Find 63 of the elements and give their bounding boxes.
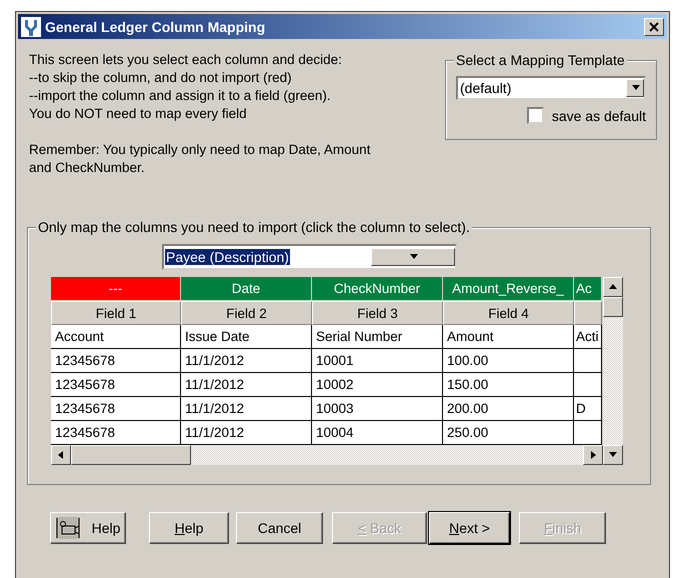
table-cell: 10004 xyxy=(312,421,443,445)
instruction-text: --to skip the column, and do not import (red) xyxy=(29,69,293,87)
dialog-button[interactable]: Cancel xyxy=(236,512,323,544)
header-cell[interactable] xyxy=(574,301,602,325)
table-cell: 150.00 xyxy=(443,373,574,397)
template-dropdown[interactable]: (default) xyxy=(456,76,646,100)
table-cell: 11/1/2012 xyxy=(181,373,312,397)
table-cell: 10002 xyxy=(312,373,443,397)
close-icon xyxy=(649,22,659,32)
mapping-header[interactable]: --- xyxy=(51,277,181,301)
table-cell xyxy=(574,349,602,373)
instruction-text: You do NOT need to map every field xyxy=(29,105,248,123)
vertical-scrollbar[interactable] xyxy=(603,277,623,465)
dialog-button[interactable]: Help xyxy=(149,512,229,544)
mapping-header[interactable]: CheckNumber xyxy=(312,277,443,301)
table-cell: 12345678 xyxy=(51,421,181,445)
field-header[interactable]: Field 3 xyxy=(312,301,443,325)
table-cell xyxy=(574,421,602,445)
table-cell: Account xyxy=(51,325,181,349)
horizontal-scrollbar[interactable] xyxy=(51,445,603,465)
checkbox-label: save as default xyxy=(552,108,646,124)
field-header[interactable]: Field 1 xyxy=(51,301,181,325)
table-cell: 10001 xyxy=(312,349,443,373)
mapping-header[interactable]: Date xyxy=(181,277,312,301)
instruction-text: --import the column and assign it to a field (green). xyxy=(29,87,332,105)
group-legend: Only map the columns you need to import (click the column to select). xyxy=(36,219,472,235)
scroll-thumb[interactable] xyxy=(71,445,191,465)
app-icon xyxy=(21,16,41,36)
reminder-text: and CheckNumber. xyxy=(29,159,146,177)
field-header[interactable]: Field 4 xyxy=(443,301,574,325)
reminder-text: Remember: You typically only need to map Date, Amount xyxy=(29,141,372,159)
table-cell: Acti xyxy=(574,325,602,349)
table-cell: D xyxy=(574,397,602,421)
field-header[interactable]: Field 2 xyxy=(181,301,312,325)
table-cell: 11/1/2012 xyxy=(181,349,312,373)
table-cell xyxy=(574,373,602,397)
table-cell: 100.00 xyxy=(443,349,574,373)
window-title: General Ledger Column Mapping xyxy=(45,18,266,34)
mapping-header[interactable]: Amount_Reverse_ xyxy=(443,277,574,301)
close-button[interactable] xyxy=(644,18,664,36)
mapping-header[interactable]: Ac xyxy=(574,277,602,301)
table-cell: 250.00 xyxy=(443,421,574,445)
table-cell: Issue Date xyxy=(181,325,312,349)
help-button[interactable]: Help xyxy=(50,512,126,544)
table-cell: Amount xyxy=(443,325,574,349)
field-dropdown[interactable]: Payee (Description) xyxy=(162,244,457,270)
table-cell: Serial Number xyxy=(312,325,443,349)
checkbox[interactable] xyxy=(526,107,544,124)
scroll-left-icon[interactable] xyxy=(51,445,71,465)
table-cell: 12345678 xyxy=(51,349,181,373)
dialog-button[interactable]: Next > xyxy=(429,512,510,544)
scroll-right-icon[interactable] xyxy=(583,445,603,465)
scroll-down-icon[interactable] xyxy=(603,445,623,465)
table-cell: 12345678 xyxy=(51,373,181,397)
instruction-text: This screen lets you select each column and decide: xyxy=(29,51,343,69)
table-cell: 12345678 xyxy=(51,397,181,421)
scroll-thumb[interactable] xyxy=(603,297,623,317)
table-cell: 200.00 xyxy=(443,397,574,421)
scroll-up-icon[interactable] xyxy=(603,277,623,297)
table-cell: 10003 xyxy=(312,397,443,421)
table-cell: 11/1/2012 xyxy=(181,397,312,421)
table-cell: 11/1/2012 xyxy=(181,421,312,445)
group-legend: Select a Mapping Template xyxy=(454,52,627,68)
